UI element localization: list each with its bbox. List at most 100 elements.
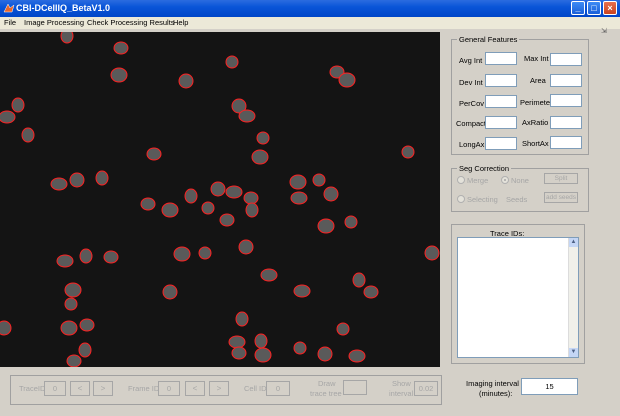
cell-outline[interactable]: [173, 246, 191, 262]
ax-ratio-field[interactable]: [550, 116, 582, 129]
menu-help[interactable]: Help: [173, 18, 188, 28]
cell-outline[interactable]: [424, 245, 440, 261]
avg-int-field[interactable]: [485, 52, 517, 65]
split-button[interactable]: Split: [544, 173, 578, 184]
cell-outline[interactable]: [256, 131, 270, 145]
add-seeds-button[interactable]: add seeds: [544, 192, 578, 203]
cell-outline[interactable]: [238, 239, 254, 255]
cell-outline[interactable]: [317, 346, 333, 362]
show-interval-field[interactable]: 0.02: [414, 381, 438, 396]
cell-outline[interactable]: [243, 191, 259, 205]
selecting-radio[interactable]: [457, 195, 465, 203]
frame-id-field[interactable]: 0: [158, 381, 180, 396]
per-cov-field[interactable]: [485, 95, 517, 108]
cell-outline[interactable]: [225, 185, 243, 199]
close-button[interactable]: ×: [603, 1, 617, 15]
cell-outline[interactable]: [235, 311, 249, 327]
cell-outline[interactable]: [251, 149, 269, 165]
cell-outline[interactable]: [79, 318, 95, 332]
cell-outline[interactable]: [352, 272, 366, 288]
cell-outline[interactable]: [228, 335, 246, 349]
cell-outline[interactable]: [344, 215, 358, 229]
cell-outline[interactable]: [64, 297, 78, 311]
menu-file[interactable]: File: [4, 18, 16, 28]
compact-field[interactable]: [485, 116, 517, 129]
cell-outline[interactable]: [146, 147, 162, 161]
cell-outline[interactable]: [260, 268, 278, 282]
perimeter-field[interactable]: [550, 94, 582, 107]
cell-outline[interactable]: [0, 110, 16, 124]
cell-outline[interactable]: [336, 322, 350, 336]
cell-outline[interactable]: [290, 191, 308, 205]
minimize-button[interactable]: _: [571, 1, 585, 15]
cell-outline[interactable]: [338, 72, 356, 88]
scroll-up-icon[interactable]: ▲: [569, 238, 578, 247]
cell-outline[interactable]: [254, 333, 268, 349]
cell-outline[interactable]: [162, 284, 178, 300]
trace-ids-scrollbar[interactable]: ▲ ▼: [568, 238, 578, 357]
area-field[interactable]: [550, 74, 582, 87]
cell-outline[interactable]: [293, 284, 311, 298]
cell-outline[interactable]: [140, 197, 156, 211]
cell-outline[interactable]: [0, 320, 12, 336]
cell-outline[interactable]: [69, 172, 85, 188]
cell-image[interactable]: [0, 32, 440, 367]
cell-outline[interactable]: [11, 97, 25, 113]
long-ax-field[interactable]: [485, 137, 517, 150]
trace-id-field[interactable]: 0: [44, 381, 66, 396]
cell-outline[interactable]: [161, 202, 179, 218]
short-ax-field[interactable]: [550, 136, 582, 149]
area-label: Area: [530, 76, 546, 85]
maximize-button[interactable]: □: [587, 1, 601, 15]
cell-outline[interactable]: [60, 320, 78, 336]
cell-outline[interactable]: [348, 349, 366, 363]
frame-prev-button[interactable]: <: [185, 381, 205, 396]
cell-outline[interactable]: [50, 177, 68, 191]
imaging-interval-field[interactable]: 15: [521, 378, 578, 395]
cell-id-field[interactable]: 0: [266, 381, 290, 396]
cell-outline[interactable]: [78, 342, 92, 358]
image-canvas[interactable]: [0, 32, 440, 367]
cell-outline[interactable]: [184, 188, 198, 204]
cell-outline[interactable]: [60, 32, 74, 44]
frame-next-button[interactable]: >: [209, 381, 229, 396]
dock-arrow-icon[interactable]: ⇲: [601, 27, 607, 35]
cell-outline[interactable]: [113, 41, 129, 55]
cell-outline[interactable]: [317, 218, 335, 234]
cell-outline[interactable]: [323, 186, 339, 202]
cell-outline[interactable]: [64, 282, 82, 298]
cell-outline[interactable]: [198, 246, 212, 260]
menu-check-processing-results[interactable]: Check Processing Results: [87, 18, 175, 28]
menu-image-processing[interactable]: Image Processing: [24, 18, 84, 28]
draw-trace-tree-button[interactable]: [343, 380, 367, 395]
scroll-down-icon[interactable]: ▼: [569, 348, 578, 357]
max-int-field[interactable]: [550, 53, 582, 66]
cell-outline[interactable]: [254, 347, 272, 363]
cell-outline[interactable]: [225, 55, 239, 69]
merge-radio[interactable]: [457, 176, 465, 184]
cell-outline[interactable]: [178, 73, 194, 89]
cell-outline[interactable]: [103, 250, 119, 264]
cell-outline[interactable]: [95, 170, 109, 186]
cell-outline[interactable]: [289, 174, 307, 190]
cell-outline[interactable]: [363, 285, 379, 299]
cell-outline[interactable]: [219, 213, 235, 227]
dev-int-field[interactable]: [485, 74, 517, 87]
cell-outline[interactable]: [312, 173, 326, 187]
trace-prev-button[interactable]: <: [70, 381, 90, 396]
cell-outline[interactable]: [245, 202, 259, 218]
cell-outline[interactable]: [401, 145, 415, 159]
trace-ids-list[interactable]: ▲ ▼: [457, 237, 579, 358]
none-radio[interactable]: [501, 176, 509, 184]
cell-outline[interactable]: [79, 248, 93, 264]
cell-outline[interactable]: [66, 354, 82, 367]
cell-outline[interactable]: [110, 67, 128, 83]
cell-outline[interactable]: [201, 201, 215, 215]
cell-outline[interactable]: [21, 127, 35, 143]
cell-outline[interactable]: [210, 181, 226, 197]
cell-outline[interactable]: [56, 254, 74, 268]
cell-outline[interactable]: [238, 109, 256, 123]
cell-outline[interactable]: [293, 341, 307, 355]
trace-next-button[interactable]: >: [93, 381, 113, 396]
cell-outline[interactable]: [231, 346, 247, 360]
